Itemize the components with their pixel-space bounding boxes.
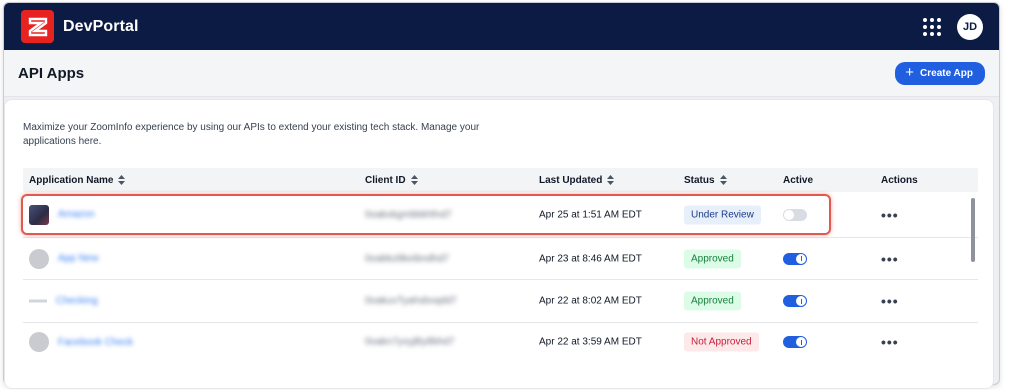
active-toggle[interactable] <box>783 252 807 265</box>
plus-icon: + <box>905 64 915 81</box>
last-updated: Apr 22 at 3:59 AM EDT <box>539 336 642 348</box>
table-scrollbar[interactable] <box>971 198 975 262</box>
more-dots-icon[interactable]: ••• <box>881 294 899 308</box>
table-row[interactable]: App New 0oabkz8keibndhd7 Apr 23 at 8:46 … <box>23 238 978 280</box>
column-label: Last Updated <box>539 174 603 186</box>
app-name-link[interactable]: Facebook Check <box>58 337 133 348</box>
brand-name: DevPortal <box>63 17 139 35</box>
create-app-button[interactable]: + Create App <box>895 61 985 85</box>
intro-text: Maximize your ZoomInfo experience by usi… <box>23 122 480 147</box>
page-title: API Apps <box>18 64 85 82</box>
last-updated: Apr 22 at 8:02 AM EDT <box>539 295 642 307</box>
column-label: Status <box>684 174 715 186</box>
last-updated: Apr 23 at 8:46 AM EDT <box>539 253 642 264</box>
active-toggle[interactable] <box>783 336 807 348</box>
column-header-active: Active <box>783 175 813 186</box>
zoominfo-logo-icon <box>21 10 54 43</box>
column-label: Active <box>783 174 814 186</box>
create-app-label: Create App <box>920 67 973 79</box>
more-dots-icon[interactable]: ••• <box>881 252 899 266</box>
app-name-cell[interactable]: App New <box>29 248 99 269</box>
column-label: Actions <box>881 174 918 186</box>
status-badge: Under Review <box>684 205 761 224</box>
status-badge: Approved <box>684 291 741 311</box>
page-header: API Apps + Create App <box>4 50 999 97</box>
app-logo <box>29 204 49 225</box>
more-dots-icon[interactable]: ••• <box>881 208 899 222</box>
column-label: Client ID <box>365 174 406 186</box>
column-header-last-updated[interactable]: Last Updated <box>539 174 615 186</box>
apps-card: Maximize your ZoomInfo experience by usi… <box>4 99 994 389</box>
sort-icon[interactable] <box>607 175 615 185</box>
column-header-status[interactable]: Status <box>684 175 727 186</box>
table-row[interactable]: Checking 0oakuvTyahsbvqdd7 Apr 22 at 8:0… <box>23 280 978 323</box>
app-name-cell[interactable]: Checking <box>29 296 98 307</box>
sort-icon[interactable] <box>410 175 418 185</box>
sort-icon[interactable] <box>118 175 126 185</box>
client-id: 0oakxkgmbbkhfnd7 <box>365 209 452 220</box>
app-logo <box>29 248 49 269</box>
app-logo <box>29 299 47 303</box>
table-row[interactable]: Facebook Check 0oakn7yxyjBy8bhd7 Apr 22 … <box>23 323 978 361</box>
active-toggle[interactable] <box>783 295 807 307</box>
top-navbar: DevPortal JD <box>4 3 999 50</box>
last-updated: Apr 25 at 1:51 AM EDT <box>539 209 642 220</box>
column-header-actions: Actions <box>881 175 918 186</box>
column-header-name[interactable]: Application Name <box>29 174 126 186</box>
apps-grid-icon[interactable] <box>923 17 941 36</box>
app-name-cell[interactable]: Amazon <box>29 204 95 225</box>
table-row[interactable]: Amazon 0oakxkgmbbkhfnd7 Apr 25 at 1:51 A… <box>23 192 978 238</box>
active-toggle[interactable] <box>783 208 807 221</box>
app-name-link[interactable]: Checking <box>56 296 98 307</box>
sort-icon[interactable] <box>719 175 727 185</box>
client-id: 0oabkz8keibndhd7 <box>365 253 449 264</box>
user-avatar[interactable]: JD <box>957 13 983 40</box>
app-name-link[interactable]: App New <box>58 253 99 264</box>
status-badge: Not Approved <box>684 332 759 352</box>
app-name-link[interactable]: Amazon <box>58 209 95 220</box>
client-id: 0oakuvTyahsbvqdd7 <box>365 295 457 307</box>
app-name-cell[interactable]: Facebook Check <box>29 332 133 352</box>
brand[interactable]: DevPortal <box>21 10 139 43</box>
client-id: 0oakn7yxyjBy8bhd7 <box>365 336 455 348</box>
more-dots-icon[interactable]: ••• <box>881 335 899 349</box>
status-badge: Approved <box>684 249 741 268</box>
apps-table: Application Name Client ID Last Updated … <box>23 168 978 361</box>
table-header: Application Name Client ID Last Updated … <box>23 168 978 192</box>
column-label: Application Name <box>29 174 114 186</box>
column-header-client-id[interactable]: Client ID <box>365 175 418 186</box>
app-logo <box>29 332 49 352</box>
